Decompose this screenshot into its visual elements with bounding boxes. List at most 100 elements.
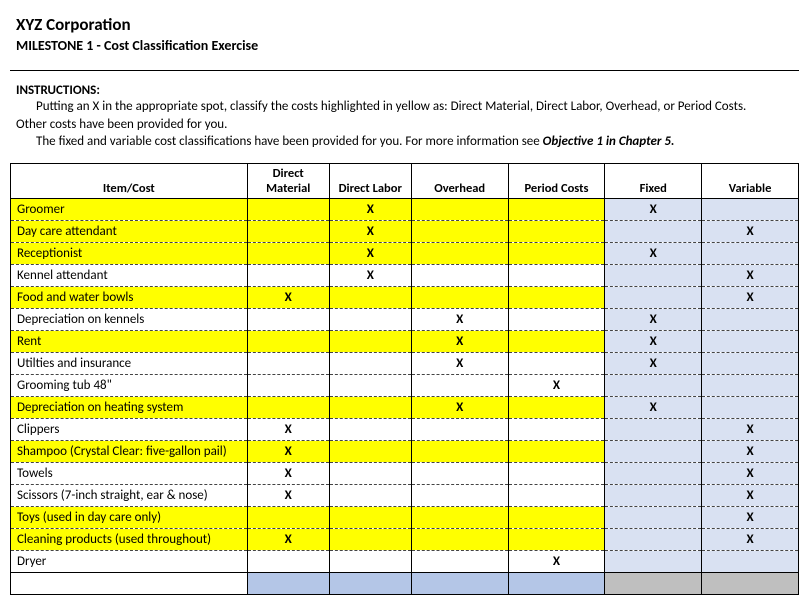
cell-direct-material — [247, 198, 329, 220]
cell-item: Groomer — [11, 198, 248, 220]
cell-period-costs — [508, 220, 605, 242]
cell-overhead — [411, 220, 508, 242]
milestone-title: MILESTONE 1 - Cost Classification Exerci… — [16, 37, 799, 54]
table-body: GroomerXXDay care attendantXXReceptionis… — [11, 198, 799, 572]
cell-item: Depreciation on heating system — [11, 396, 248, 418]
x-mark: X — [746, 422, 753, 437]
cell-period-costs — [508, 308, 605, 330]
x-mark: X — [650, 356, 657, 371]
x-mark: X — [650, 246, 657, 261]
x-mark: X — [650, 202, 657, 217]
cell-variable: X — [702, 484, 799, 506]
cell-fixed — [605, 220, 702, 242]
cell-overhead — [411, 374, 508, 396]
cell-direct-labor — [329, 528, 411, 550]
cell-direct-labor — [329, 506, 411, 528]
x-mark: X — [456, 334, 463, 349]
cell-direct-labor: X — [329, 220, 411, 242]
table-row: Toys (used in day care only)X — [11, 506, 799, 528]
col-fixed: Fixed — [605, 163, 702, 198]
x-mark: X — [746, 290, 753, 305]
cell-period-costs — [508, 330, 605, 352]
cell-direct-material — [247, 506, 329, 528]
table-row: ReceptionistXX — [11, 242, 799, 264]
cell-direct-labor — [329, 440, 411, 462]
cell-period-costs — [508, 462, 605, 484]
cell-fixed — [605, 264, 702, 286]
cell-item: Utilties and insurance — [11, 352, 248, 374]
cell-variable — [702, 198, 799, 220]
cell-direct-material: X — [247, 286, 329, 308]
x-mark: X — [456, 400, 463, 415]
cell-period-costs — [508, 352, 605, 374]
cell-fixed: X — [605, 396, 702, 418]
x-mark: X — [456, 312, 463, 327]
cell-direct-labor: X — [329, 198, 411, 220]
cell-overhead — [411, 198, 508, 220]
cell-variable — [702, 550, 799, 572]
cell-item: Grooming tub 48" — [11, 374, 248, 396]
x-mark: X — [285, 444, 292, 459]
cell-period-costs — [508, 528, 605, 550]
table-header-row: Item/Cost Direct Material Direct Labor O… — [11, 163, 799, 198]
instructions-body: Putting an X in the appropriate spot, cl… — [16, 98, 799, 151]
cell-item: Food and water bowls — [11, 286, 248, 308]
footer-cell — [11, 572, 248, 594]
table-footer-row — [11, 572, 799, 594]
cell-variable: X — [702, 220, 799, 242]
table-row: Towels X X — [11, 462, 799, 484]
x-mark: X — [456, 356, 463, 371]
cell-direct-labor — [329, 462, 411, 484]
cell-direct-material — [247, 308, 329, 330]
cell-direct-material: X — [247, 528, 329, 550]
cell-variable: X — [702, 462, 799, 484]
cell-variable: X — [702, 528, 799, 550]
x-mark: X — [285, 466, 292, 481]
cell-fixed — [605, 418, 702, 440]
cell-variable: X — [702, 286, 799, 308]
cell-item: Shampoo (Crystal Clear: five-gallon pail… — [11, 440, 248, 462]
cell-fixed: X — [605, 242, 702, 264]
instructions-label: INSTRUCTIONS: — [16, 83, 799, 98]
x-mark: X — [746, 466, 753, 481]
cell-direct-labor: X — [329, 264, 411, 286]
cell-item: Day care attendant — [11, 220, 248, 242]
cell-item: Clippers — [11, 418, 248, 440]
cell-fixed — [605, 286, 702, 308]
cell-direct-labor — [329, 308, 411, 330]
cell-fixed — [605, 462, 702, 484]
cell-direct-labor — [329, 550, 411, 572]
cell-direct-labor — [329, 286, 411, 308]
cell-overhead — [411, 418, 508, 440]
cell-item: Cleaning products (used throughout) — [11, 528, 248, 550]
x-mark: X — [746, 268, 753, 283]
cell-fixed: X — [605, 330, 702, 352]
table-row: DryerX — [11, 550, 799, 572]
cell-overhead — [411, 286, 508, 308]
cell-overhead — [411, 484, 508, 506]
table-row: Groomer X X — [11, 198, 799, 220]
cell-fixed — [605, 440, 702, 462]
cell-item: Towels — [11, 462, 248, 484]
cell-variable — [702, 242, 799, 264]
cell-fixed: X — [605, 352, 702, 374]
table-row: Kennel attendantXX — [11, 264, 799, 286]
cell-overhead: X — [411, 308, 508, 330]
footer-cell — [329, 572, 411, 594]
cell-direct-material: X — [247, 440, 329, 462]
cell-direct-material: X — [247, 484, 329, 506]
cell-variable — [702, 308, 799, 330]
cell-direct-labor — [329, 352, 411, 374]
footer-cell — [605, 572, 702, 594]
footer-cell — [508, 572, 605, 594]
cell-direct-labor — [329, 396, 411, 418]
col-direct-material: Direct Material — [247, 163, 329, 198]
col-overhead: Overhead — [411, 163, 508, 198]
col-direct-labor: Direct Labor — [329, 163, 411, 198]
x-mark: X — [367, 268, 374, 283]
cell-period-costs — [508, 396, 605, 418]
cell-overhead — [411, 462, 508, 484]
cell-item: Toys (used in day care only) — [11, 506, 248, 528]
table-row: Cleaning products (used throughout)XX — [11, 528, 799, 550]
table-row: RentXX — [11, 330, 799, 352]
